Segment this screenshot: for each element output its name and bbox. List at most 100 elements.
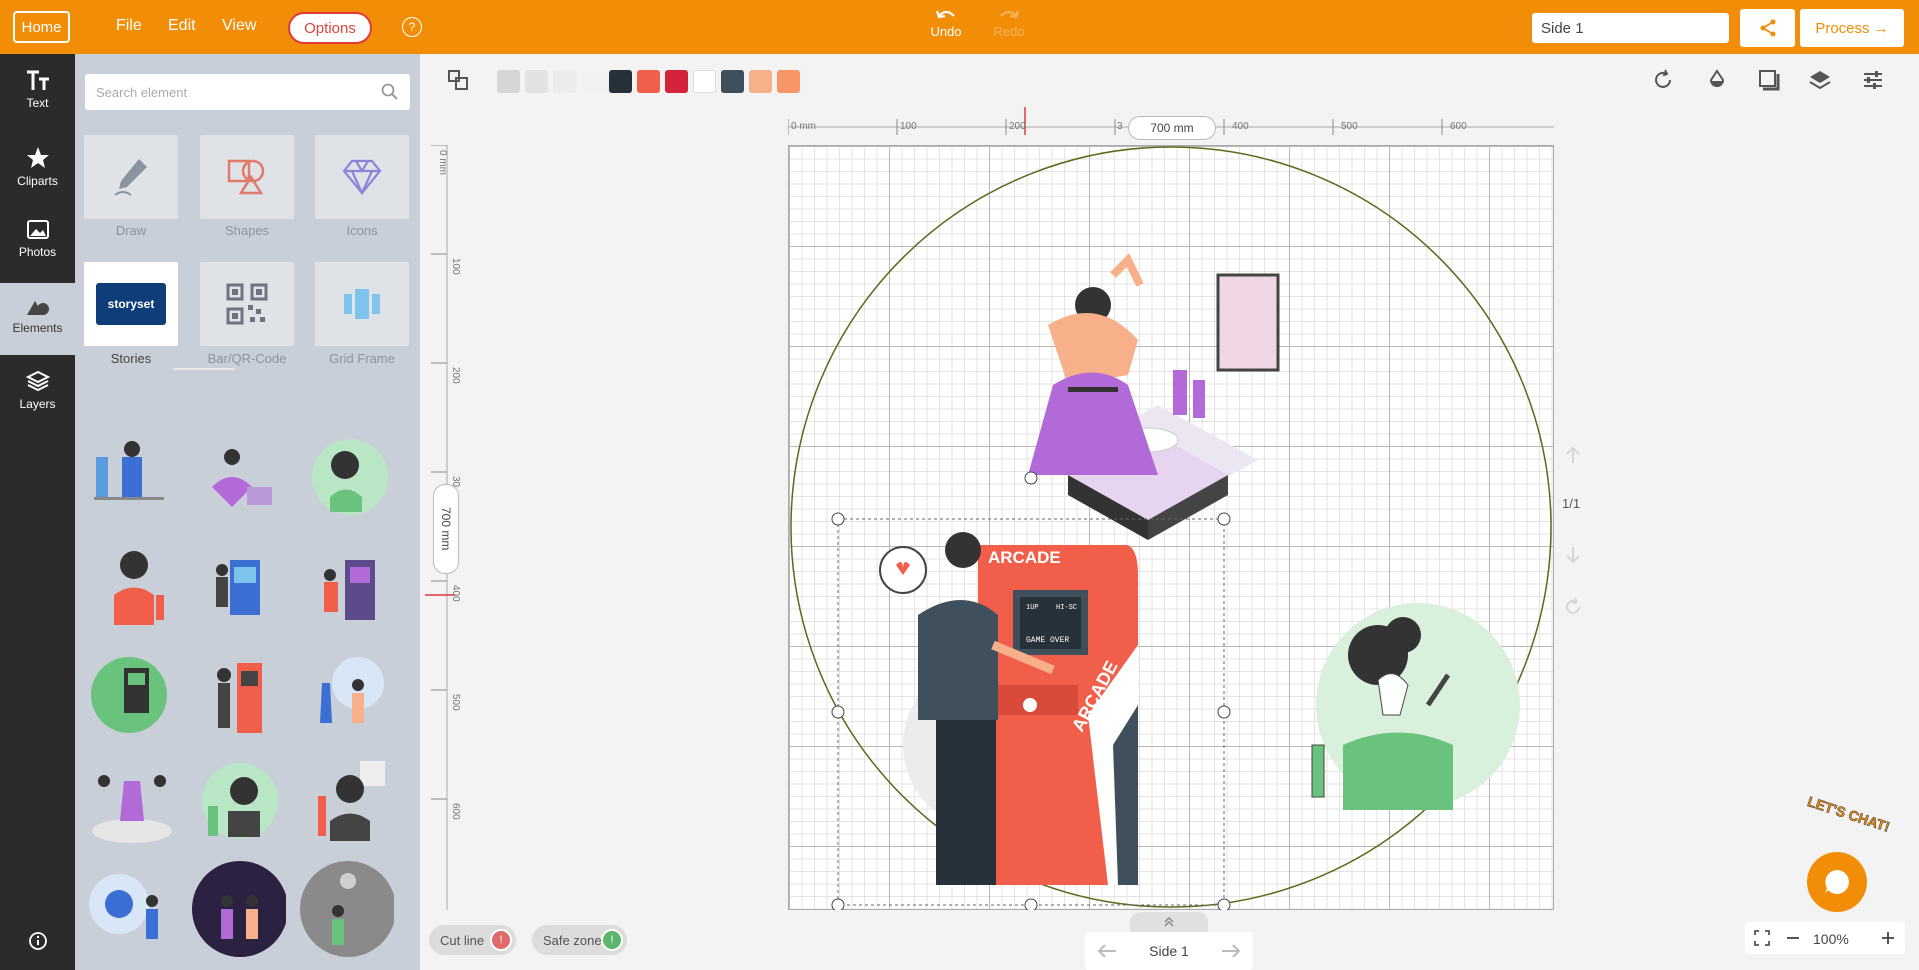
ruler-label: 0 mm: [791, 121, 816, 132]
height-dimension-label[interactable]: 700 mm: [433, 484, 459, 574]
resize-handle: [831, 898, 845, 910]
story-thumbnail[interactable]: [192, 751, 286, 851]
help-icon[interactable]: ?: [402, 17, 422, 37]
info-icon: !: [490, 929, 512, 951]
tab-indicator: [173, 368, 235, 370]
options-button[interactable]: Options: [288, 12, 372, 44]
story-thumbnail[interactable]: [84, 751, 178, 851]
undo-label: Undo: [930, 24, 962, 39]
tile-shapes[interactable]: [200, 135, 294, 219]
shadow-icon[interactable]: [1757, 68, 1781, 92]
color-swatch[interactable]: [721, 70, 744, 93]
color-swatch[interactable]: [609, 70, 632, 93]
rotate-handle: [1024, 471, 1038, 485]
story-thumbnail[interactable]: [192, 535, 286, 635]
story-thumbnail[interactable]: [84, 427, 178, 527]
cut-line-toggle[interactable]: Cut line !: [429, 925, 516, 955]
nav-text[interactable]: Text: [0, 70, 75, 130]
width-dimension-label[interactable]: 700 mm: [1128, 116, 1216, 140]
share-button[interactable]: [1740, 9, 1795, 47]
menu-edit[interactable]: Edit: [168, 17, 196, 35]
rotate-icon[interactable]: [1651, 68, 1675, 92]
shapes-icon: [26, 301, 49, 315]
tile-grid-frame[interactable]: [315, 262, 409, 346]
move-down-icon[interactable]: [1563, 545, 1583, 565]
qr-code-icon: [226, 283, 268, 325]
ruler-label: 100: [450, 258, 461, 275]
move-up-icon[interactable]: [1563, 445, 1583, 465]
arcade-score-2: HI-SC: [1056, 604, 1077, 612]
tile-draw[interactable]: [84, 135, 178, 219]
story-thumbnail[interactable]: [84, 859, 178, 959]
side-panel-expand-tab[interactable]: [1130, 912, 1208, 932]
ruler-label: 400: [450, 585, 461, 602]
left-nav: Text Cliparts Photos Elements Layers: [0, 54, 75, 970]
color-swatch[interactable]: [777, 70, 800, 93]
story-thumbnail[interactable]: [192, 427, 286, 527]
chat-button[interactable]: [1807, 852, 1867, 912]
elements-panel: Search element Draw Shapes Icons storyse…: [75, 54, 420, 970]
story-thumbnail[interactable]: [300, 643, 394, 743]
adjust-icon[interactable]: [1861, 68, 1885, 92]
fill-icon[interactable]: [1705, 68, 1729, 92]
layers-icon[interactable]: [1808, 68, 1832, 92]
refresh-icon[interactable]: [1563, 597, 1583, 617]
story-thumbnail[interactable]: [300, 427, 394, 527]
side-name-input[interactable]: [1532, 13, 1729, 43]
color-swatch[interactable]: [497, 70, 520, 93]
story-thumbnail[interactable]: [84, 535, 178, 635]
photo-icon: [26, 220, 49, 239]
resize-handle: [831, 512, 845, 526]
story-thumbnail[interactable]: [300, 751, 394, 851]
fit-screen-icon[interactable]: [1754, 930, 1770, 946]
color-swatch[interactable]: [749, 70, 772, 93]
nav-elements[interactable]: Elements: [0, 283, 75, 355]
zoom-in-icon[interactable]: [1880, 930, 1896, 946]
search-placeholder: Search element: [96, 85, 188, 100]
tile-barcode[interactable]: [200, 262, 294, 346]
story-thumbnail[interactable]: [192, 859, 286, 959]
chat-bubble-icon: [1825, 870, 1849, 894]
ruler-label: 0 mm: [437, 150, 448, 175]
nav-cliparts-label: Cliparts: [17, 174, 58, 188]
color-swatch[interactable]: [637, 70, 660, 93]
story-thumbnail[interactable]: [84, 643, 178, 743]
search-element-field[interactable]: Search element: [85, 74, 410, 110]
menu-view[interactable]: View: [222, 17, 256, 35]
search-icon[interactable]: [381, 83, 399, 101]
page-indicator: 1/1: [1562, 496, 1581, 511]
menu-file[interactable]: File: [116, 17, 142, 35]
tile-icons[interactable]: [315, 135, 409, 219]
zoom-out-icon[interactable]: [1785, 930, 1801, 946]
tile-barcode-label: Bar/QR-Code: [207, 351, 287, 366]
nav-text-label: Text: [26, 96, 49, 110]
tile-draw-label: Draw: [115, 223, 147, 238]
nav-photos[interactable]: Photos: [0, 219, 75, 279]
nav-cliparts[interactable]: Cliparts: [0, 146, 75, 206]
zoom-control: 100%: [1745, 922, 1905, 954]
color-swatch[interactable]: [665, 70, 688, 93]
arcade-score-1: 1UP: [1026, 604, 1039, 612]
story-thumbnail[interactable]: [300, 859, 394, 959]
resize-handle: [1217, 705, 1231, 719]
tile-stories[interactable]: storyset: [84, 262, 178, 346]
undo-button[interactable]: Undo: [925, 8, 967, 39]
color-swatch[interactable]: [553, 70, 576, 93]
top-bar: Home File Edit View Options ? Undo Redo …: [0, 0, 1919, 54]
ruler-label: 400: [1232, 121, 1249, 132]
safe-zone-toggle[interactable]: Safe zone !: [532, 925, 627, 955]
color-swatch[interactable]: [581, 70, 604, 93]
arrange-icon[interactable]: [446, 68, 470, 92]
process-button[interactable]: Process →: [1800, 9, 1904, 47]
nav-layers[interactable]: Layers: [0, 369, 75, 429]
color-swatch[interactable]: [525, 70, 548, 93]
home-button[interactable]: Home: [13, 11, 70, 43]
story-thumbnail[interactable]: [192, 643, 286, 743]
color-swatch[interactable]: [693, 70, 716, 93]
shapes-icon: [227, 159, 265, 195]
story-thumbnail[interactable]: [300, 535, 394, 635]
redo-button[interactable]: Redo: [988, 8, 1030, 39]
star-icon: [26, 147, 49, 168]
next-side-icon[interactable]: [1220, 943, 1242, 959]
info-button[interactable]: [0, 931, 75, 955]
